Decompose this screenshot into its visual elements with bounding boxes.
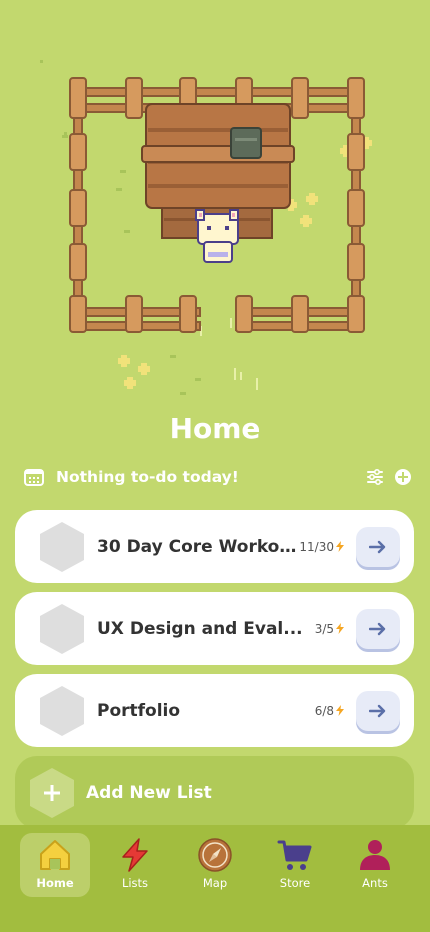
- list-progress: 11/30: [299, 540, 344, 554]
- add-new-list-button[interactable]: Add New List: [15, 756, 414, 829]
- arrow-right-icon: [369, 622, 386, 635]
- tab-map[interactable]: Map: [180, 833, 250, 897]
- bolt-icon: [336, 541, 344, 552]
- open-list-button[interactable]: [356, 690, 400, 731]
- list-name: 30 Day Core Workout: [97, 536, 300, 557]
- compass-icon: [198, 838, 232, 872]
- tab-label: Home: [36, 876, 74, 890]
- list-progress: 3/5: [315, 622, 344, 636]
- open-list-button[interactable]: [356, 526, 400, 567]
- add-new-list-label: Add New List: [86, 782, 212, 803]
- todo-status-text: Nothing to-do today!: [56, 468, 239, 486]
- list-hexagon-icon: [40, 521, 84, 572]
- tab-label: Map: [202, 876, 228, 890]
- arrow-right-icon: [369, 704, 386, 717]
- list-item[interactable]: 30 Day Core Workout 11/30: [15, 510, 414, 583]
- pet-character: [195, 209, 239, 263]
- list-name: UX Design and Eval...: [97, 618, 303, 639]
- list-item[interactable]: UX Design and Eval... 3/5: [15, 592, 414, 665]
- filter-icon[interactable]: [366, 468, 384, 486]
- plus-hexagon-icon: [30, 767, 74, 818]
- add-todo-icon[interactable]: [394, 468, 412, 486]
- bolt-icon: [336, 623, 344, 634]
- list-name: Portfolio: [97, 700, 181, 721]
- tab-label: Lists: [121, 876, 149, 890]
- open-list-button[interactable]: [356, 608, 400, 649]
- tab-label: Ants: [362, 876, 388, 890]
- arrow-right-icon: [369, 540, 386, 553]
- bottom-tab-bar: Home Lists Map Store Ants: [0, 825, 430, 932]
- home-icon: [40, 840, 70, 870]
- tab-store[interactable]: Store: [260, 833, 330, 897]
- list-hexagon-icon: [40, 685, 84, 736]
- page-title: Home: [169, 412, 261, 445]
- todo-summary-bar: Nothing to-do today!: [24, 465, 412, 489]
- tab-home[interactable]: Home: [20, 833, 90, 897]
- person-icon: [360, 840, 390, 870]
- tab-ants[interactable]: Ants: [340, 833, 410, 897]
- calendar-icon: [24, 469, 44, 486]
- cart-icon: [277, 840, 312, 870]
- bolt-icon: [122, 838, 148, 872]
- farm-scene: [40, 60, 372, 395]
- list-item[interactable]: Portfolio 6/8: [15, 674, 414, 747]
- tab-lists[interactable]: Lists: [100, 833, 170, 897]
- tab-label: Store: [279, 876, 311, 890]
- list-hexagon-icon: [40, 603, 84, 654]
- bolt-icon: [336, 705, 344, 716]
- list-progress: 6/8: [315, 704, 344, 718]
